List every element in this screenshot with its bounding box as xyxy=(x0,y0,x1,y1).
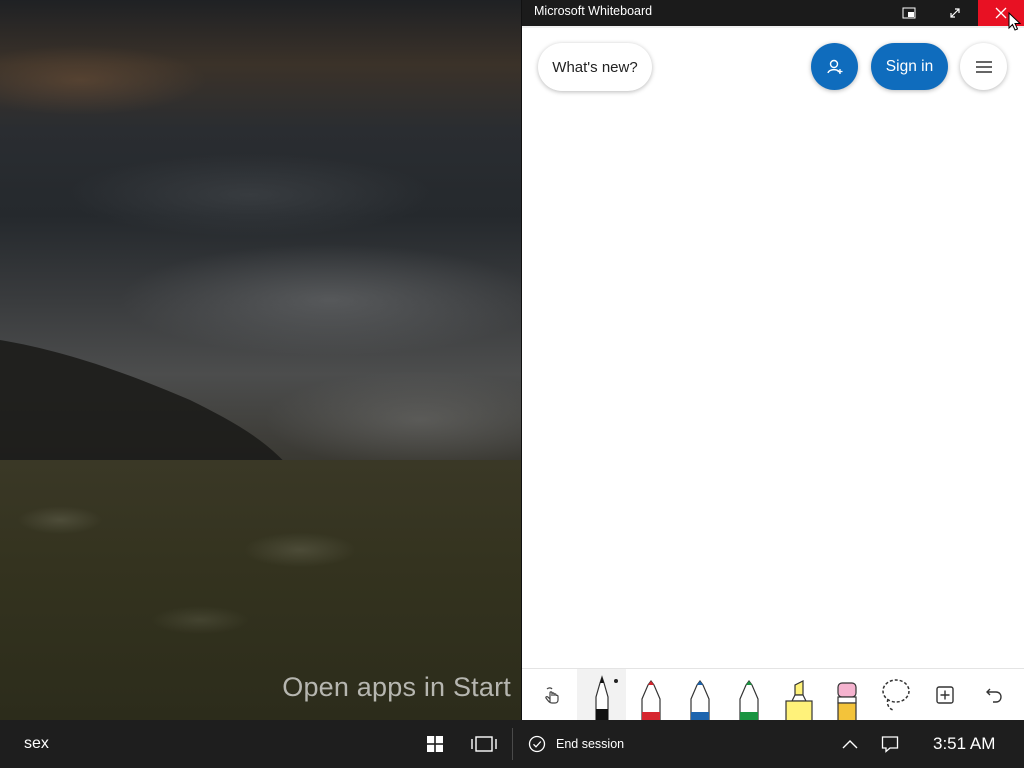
action-center-button[interactable] xyxy=(876,720,904,768)
desktop-background: Open apps in Start xyxy=(0,0,521,720)
check-circle-icon xyxy=(528,735,546,753)
pen-green-button[interactable] xyxy=(724,669,773,721)
whiteboard-canvas[interactable] xyxy=(522,28,1024,668)
fullscreen-icon xyxy=(950,8,960,18)
ink-toolbar xyxy=(522,668,1024,721)
taskbar: sex End session 3:51 AM xyxy=(0,720,1024,768)
lasso-select-button[interactable] xyxy=(871,669,920,721)
windows-logo-icon xyxy=(427,736,443,752)
end-session-label: End session xyxy=(556,737,625,751)
start-button[interactable] xyxy=(418,720,452,768)
pen-black-button[interactable] xyxy=(577,669,626,721)
pen-blue-button[interactable] xyxy=(675,669,724,721)
mountain-silhouette xyxy=(0,340,300,480)
show-hidden-icons-button[interactable] xyxy=(836,720,864,768)
open-apps-hint: Open apps in Start xyxy=(282,672,511,702)
compact-overlay-icon xyxy=(902,7,916,19)
app-title: Microsoft Whiteboard xyxy=(534,4,653,18)
whats-new-button[interactable]: What's new? xyxy=(538,43,652,91)
task-view-icon xyxy=(471,736,497,752)
touch-draw-toggle-icon xyxy=(544,687,559,704)
whiteboard-window: Microsoft Whiteboard What's new? Sign in xyxy=(522,0,1024,721)
pen-red-icon xyxy=(640,680,661,721)
sign-in-button[interactable]: Sign in xyxy=(871,43,948,90)
task-view-button[interactable] xyxy=(467,720,501,768)
highlighter-button[interactable] xyxy=(773,669,822,721)
undo-button[interactable] xyxy=(969,669,1018,721)
close-icon xyxy=(995,7,1007,19)
taskbar-separator xyxy=(512,728,513,760)
insert-icon xyxy=(935,686,954,704)
fullscreen-button[interactable] xyxy=(932,0,978,26)
invite-button[interactable] xyxy=(811,43,858,90)
notification-icon xyxy=(881,736,899,753)
insert-button[interactable] xyxy=(920,669,969,721)
eraser-button[interactable] xyxy=(822,669,871,721)
pen-blue-icon xyxy=(689,680,710,721)
menu-button[interactable] xyxy=(960,43,1007,90)
title-bar: Microsoft Whiteboard xyxy=(522,0,1024,26)
mouse-cursor-icon xyxy=(1008,12,1022,31)
pen-green-icon xyxy=(738,680,759,721)
highlighter-yellow-icon xyxy=(784,680,813,721)
eraser-icon xyxy=(836,682,857,721)
compact-overlay-button[interactable] xyxy=(886,0,932,26)
lasso-select-icon xyxy=(881,679,910,711)
pen-black-icon xyxy=(594,675,618,721)
taskbar-clock[interactable]: 3:51 AM xyxy=(933,734,995,754)
undo-icon xyxy=(985,688,1002,703)
hamburger-menu-icon xyxy=(975,60,992,73)
chevron-up-icon xyxy=(842,740,858,749)
pen-red-button[interactable] xyxy=(626,669,675,721)
user-name: sex xyxy=(24,735,49,752)
invite-person-icon xyxy=(826,59,842,74)
end-session-button[interactable]: End session xyxy=(528,720,624,768)
touch-draw-toggle-button[interactable] xyxy=(528,669,577,721)
